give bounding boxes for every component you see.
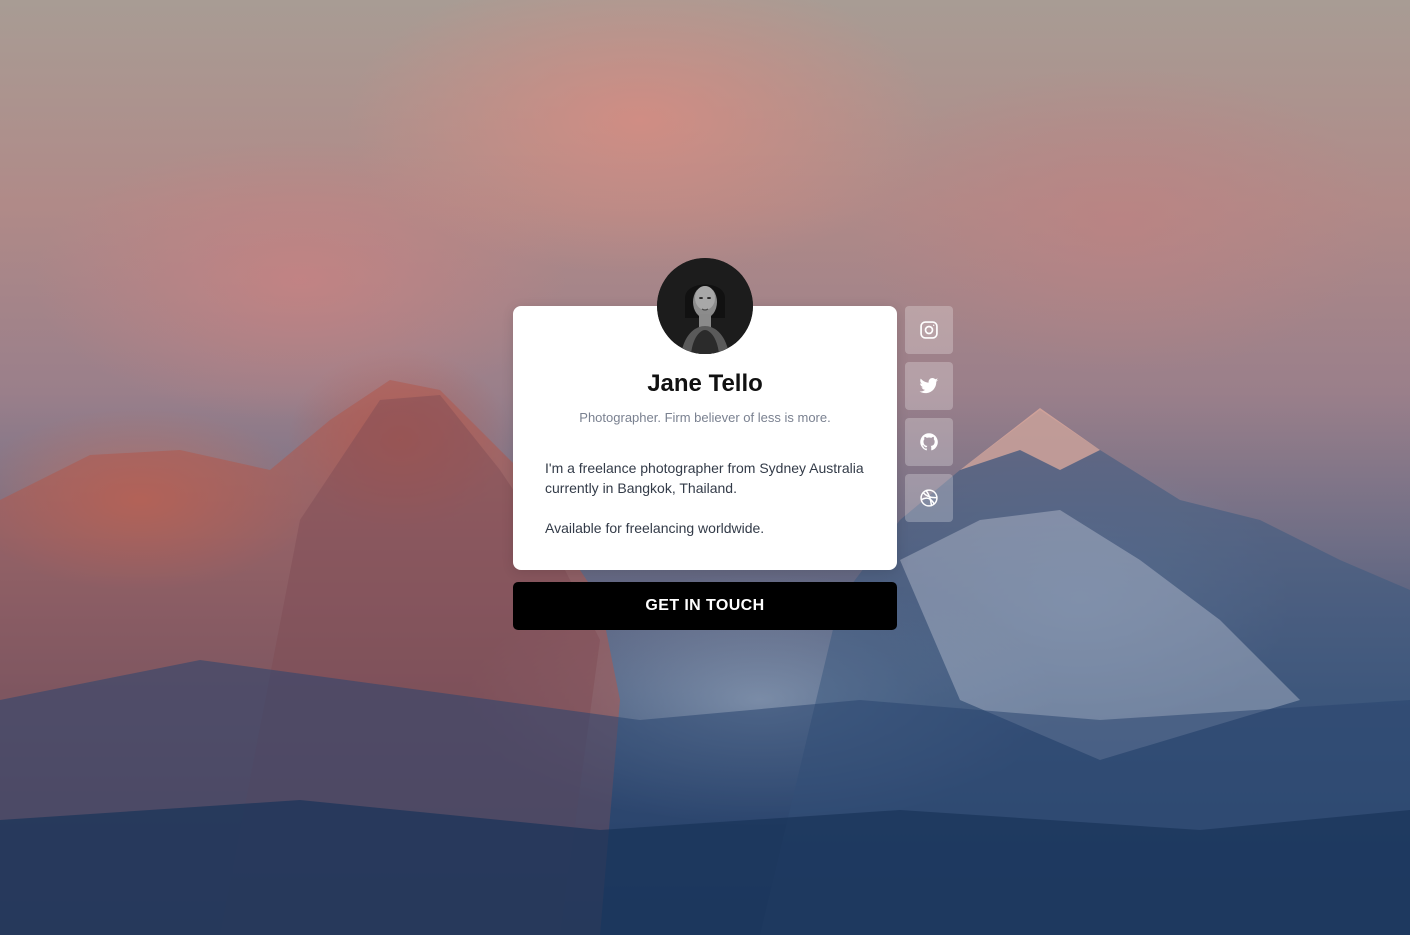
instagram-icon — [920, 321, 938, 339]
dribbble-icon — [920, 489, 938, 507]
instagram-link[interactable] — [905, 306, 953, 354]
portrait-image — [657, 258, 753, 354]
twitter-link[interactable] — [905, 362, 953, 410]
profile-card-container: Jane Tello Photographer. Firm believer o… — [513, 258, 897, 630]
get-in-touch-button[interactable]: GET IN TOUCH — [513, 582, 897, 630]
dribbble-link[interactable] — [905, 474, 953, 522]
github-link[interactable] — [905, 418, 953, 466]
github-icon — [920, 433, 938, 451]
profile-bio: I'm a freelance photographer from Sydney… — [545, 458, 865, 538]
avatar — [657, 258, 753, 354]
bio-paragraph: I'm a freelance photographer from Sydney… — [545, 460, 864, 496]
twitter-icon — [919, 378, 939, 394]
social-links — [905, 306, 953, 530]
bio-availability: Available for freelancing worldwide. — [545, 520, 765, 536]
profile-tagline: Photographer. Firm believer of less is m… — [579, 410, 831, 425]
profile-name: Jane Tello — [647, 370, 763, 397]
profile-card: Jane Tello Photographer. Firm believer o… — [513, 258, 897, 570]
